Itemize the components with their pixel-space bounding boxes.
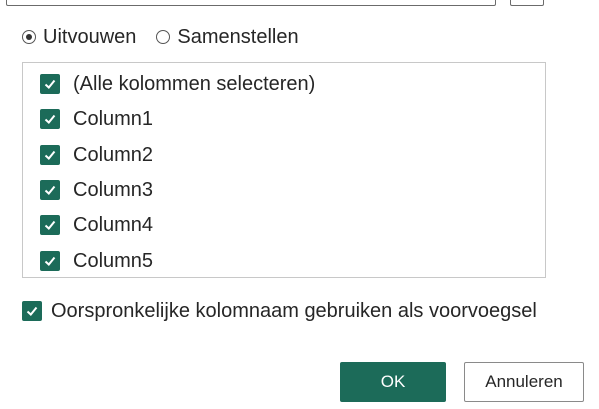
radio-aggregate[interactable]: Samenstellen [156, 25, 299, 49]
radio-aggregate-circle[interactable] [156, 30, 171, 44]
list-item-label: Column3 [73, 178, 154, 201]
checkmark-icon [44, 79, 56, 89]
checkbox-column3[interactable] [40, 180, 60, 200]
list-item-label: (Alle kolommen selecteren) [73, 72, 316, 95]
radio-aggregate-label: Samenstellen [177, 25, 299, 48]
list-item-column4[interactable]: Column4 [40, 212, 153, 238]
load-more-icon [519, 0, 535, 5]
checkmark-icon [26, 306, 38, 316]
expand-columns-dialog: Uitvouwen Samenstellen (Alle kolommen se… [0, 0, 599, 409]
list-item-column3[interactable]: Column3 [40, 177, 153, 203]
checkmark-icon [44, 256, 56, 266]
radio-expand[interactable]: Uitvouwen [22, 26, 136, 49]
list-item-label: Column1 [73, 107, 154, 130]
checkbox-column4[interactable] [40, 215, 60, 235]
search-input[interactable] [6, 0, 496, 6]
checkmark-icon [44, 114, 56, 124]
column-list: (Alle kolommen selecteren) Column1 Colum… [22, 62, 546, 278]
cancel-button[interactable]: Annuleren [464, 362, 584, 402]
checkmark-icon [44, 150, 56, 160]
checkmark-icon [44, 220, 56, 230]
prefix-option-label: Oorspronkelijke kolomnaam gebruiken als … [51, 299, 537, 322]
checkbox-column5[interactable] [40, 251, 60, 271]
ok-button[interactable]: OK [340, 362, 446, 402]
checkbox-use-prefix[interactable] [22, 301, 42, 321]
list-item-label: Column4 [73, 213, 154, 236]
list-item-select-all[interactable]: (Alle kolommen selecteren) [40, 71, 315, 97]
prefix-option[interactable]: Oorspronkelijke kolomnaam gebruiken als … [22, 298, 537, 324]
list-item-column1[interactable]: Column1 [40, 106, 153, 132]
checkbox-column2[interactable] [40, 145, 60, 165]
list-item-label: Column5 [73, 249, 154, 272]
checkbox-select-all[interactable] [40, 74, 60, 94]
list-item-label: Column2 [73, 143, 154, 166]
list-item-column5[interactable]: Column5 [40, 248, 153, 274]
radio-expand-label: Uitvouwen [43, 25, 137, 48]
checkbox-column1[interactable] [40, 109, 60, 129]
checkmark-icon [44, 185, 56, 195]
radio-expand-circle[interactable] [22, 30, 36, 44]
mode-radio-group: Uitvouwen Samenstellen [22, 24, 319, 50]
list-item-column2[interactable]: Column2 [40, 142, 153, 168]
search-button[interactable] [510, 0, 544, 6]
